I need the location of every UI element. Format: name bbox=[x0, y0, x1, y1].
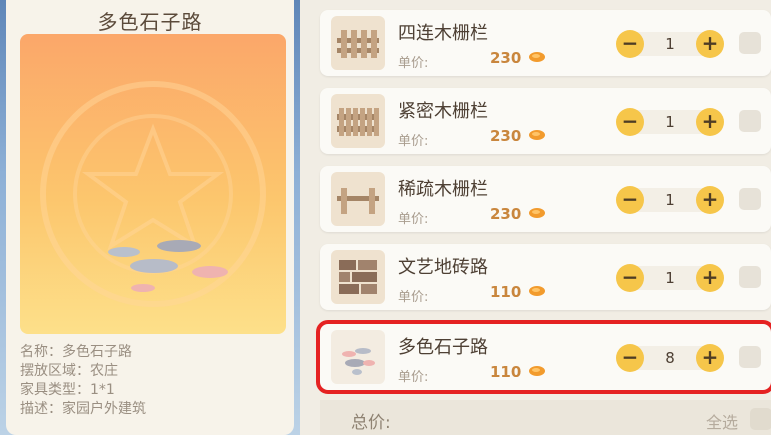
item-name: 紧密木栅栏 bbox=[398, 101, 488, 122]
price-label: 单价: bbox=[398, 134, 429, 149]
item-preview-image bbox=[20, 34, 286, 334]
currency-icon bbox=[529, 208, 545, 218]
item-name: 文艺地砖路 bbox=[398, 257, 488, 278]
detail-title: 多色石子路 bbox=[97, 10, 203, 34]
item-info: 名称：多色石子路 摆放区域：农庄 家具类型：1*1 描述：家园户外建筑 bbox=[20, 343, 146, 419]
increase-button[interactable]: + bbox=[696, 108, 724, 136]
four-fence-icon bbox=[331, 16, 385, 70]
dense-fence-icon bbox=[331, 94, 385, 148]
select-checkbox[interactable] bbox=[739, 110, 761, 132]
decrease-button[interactable]: − bbox=[616, 186, 644, 214]
price-value: 230 bbox=[490, 127, 522, 145]
list-item[interactable]: 四连木栅栏 单价: 230 − 1 + bbox=[320, 10, 771, 76]
sparse-fence-icon bbox=[331, 172, 385, 226]
price-value: 230 bbox=[490, 205, 522, 223]
quantity-value: 1 bbox=[665, 191, 675, 209]
list-item-selected[interactable]: 多色石子路 单价: 110 − 8 + bbox=[316, 320, 771, 394]
list-item[interactable]: 稀疏木栅栏 单价: 230 − 1 + bbox=[320, 166, 771, 232]
info-desc-row: 描述：家园户外建筑 bbox=[20, 401, 146, 417]
price-label: 单价: bbox=[398, 56, 429, 71]
item-name: 四连木栅栏 bbox=[398, 23, 488, 44]
info-name-row: 名称：多色石子路 bbox=[20, 344, 132, 360]
decrease-button[interactable]: − bbox=[616, 264, 644, 292]
select-checkbox[interactable] bbox=[739, 188, 761, 210]
currency-icon bbox=[529, 286, 545, 296]
pebble-path-icon bbox=[331, 330, 385, 384]
quantity-stepper: − 1 + bbox=[616, 30, 724, 58]
quantity-stepper: − 1 + bbox=[616, 264, 724, 292]
select-checkbox[interactable] bbox=[739, 266, 761, 288]
increase-button[interactable]: + bbox=[696, 264, 724, 292]
info-type-row: 家具类型：1*1 bbox=[20, 382, 115, 398]
shopping-list-panel: 四连木栅栏 单价: 230 − 1 + 紧密木栅栏 单价: 230 − 1 + bbox=[300, 0, 771, 435]
info-area-row: 摆放区域：农庄 bbox=[20, 363, 118, 379]
select-all-checkbox[interactable] bbox=[750, 408, 771, 430]
select-checkbox[interactable] bbox=[739, 32, 761, 54]
decrease-button[interactable]: − bbox=[616, 344, 644, 372]
currency-icon bbox=[529, 130, 545, 140]
price-value: 110 bbox=[490, 283, 522, 301]
increase-button[interactable]: + bbox=[696, 30, 724, 58]
price-label: 单价: bbox=[398, 212, 429, 227]
item-name: 稀疏木栅栏 bbox=[398, 179, 488, 200]
quantity-value: 8 bbox=[665, 349, 675, 367]
price-label: 单价: bbox=[398, 370, 429, 385]
item-detail-panel: 多色石子路 名称：多色石子路 摆放区域：农庄 家具类型：1*1 描述：家园户外建… bbox=[6, 0, 294, 435]
price-value: 230 bbox=[490, 49, 522, 67]
price-value: 110 bbox=[490, 363, 522, 381]
quantity-stepper: − 1 + bbox=[616, 108, 724, 136]
quantity-value: 1 bbox=[665, 113, 675, 131]
increase-button[interactable]: + bbox=[696, 344, 724, 372]
quantity-value: 1 bbox=[665, 35, 675, 53]
increase-button[interactable]: + bbox=[696, 186, 724, 214]
price-label: 单价: bbox=[398, 290, 429, 305]
total-bar: 总价: 全选 bbox=[320, 400, 771, 435]
total-price-label: 总价: bbox=[351, 413, 391, 433]
quantity-stepper: − 8 + bbox=[616, 344, 724, 372]
pebble-path-preview-icon bbox=[40, 81, 266, 307]
currency-icon bbox=[529, 366, 545, 376]
item-name: 多色石子路 bbox=[398, 337, 488, 358]
decrease-button[interactable]: − bbox=[616, 30, 644, 58]
currency-icon bbox=[529, 52, 545, 62]
brick-path-icon bbox=[331, 250, 385, 304]
select-all-button[interactable]: 全选 bbox=[706, 409, 738, 433]
quantity-stepper: − 1 + bbox=[616, 186, 724, 214]
quantity-value: 1 bbox=[665, 269, 675, 287]
list-item[interactable]: 紧密木栅栏 单价: 230 − 1 + bbox=[320, 88, 771, 154]
list-item[interactable]: 文艺地砖路 单价: 110 − 1 + bbox=[320, 244, 771, 310]
select-checkbox[interactable] bbox=[739, 346, 761, 368]
decrease-button[interactable]: − bbox=[616, 108, 644, 136]
